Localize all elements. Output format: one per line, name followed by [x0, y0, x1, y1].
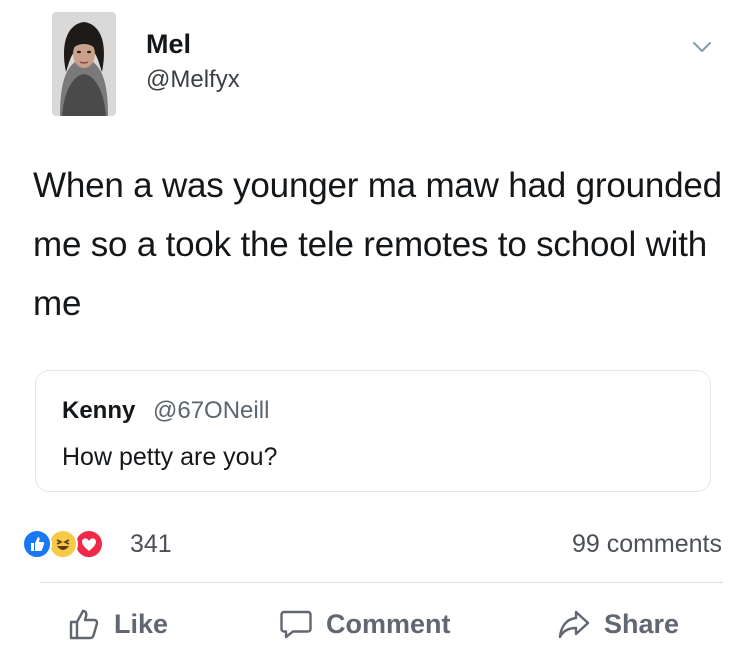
- share-icon: [558, 610, 590, 639]
- reaction-count[interactable]: 341: [130, 530, 172, 559]
- like-label: Like: [114, 608, 169, 639]
- comment-label: Comment: [326, 608, 451, 639]
- share-button[interactable]: Share: [556, 604, 679, 644]
- reaction-icons[interactable]: [22, 527, 132, 561]
- thumbs-up-icon: [69, 609, 99, 640]
- like-reaction-icon: [22, 529, 52, 559]
- tweet-text: When a was younger ma maw had grounded m…: [33, 166, 722, 323]
- share-label: Share: [604, 608, 680, 639]
- author-name[interactable]: Mel: [146, 29, 191, 60]
- like-button[interactable]: Like: [66, 604, 168, 644]
- comment-icon: [280, 610, 312, 639]
- divider: [40, 582, 723, 583]
- quoted-tweet-card[interactable]: Kenny @67ONeill How petty are you?: [35, 370, 711, 492]
- haha-reaction-icon: [48, 529, 78, 559]
- author-handle[interactable]: @Melfyx: [146, 66, 240, 94]
- quote-author-name: Kenny: [62, 397, 136, 424]
- comment-button[interactable]: Comment: [278, 604, 451, 644]
- quote-author-handle: @67ONeill: [153, 397, 270, 424]
- chevron-down-icon[interactable]: [690, 35, 714, 59]
- love-reaction-icon: [74, 529, 104, 559]
- quote-text: How petty are you?: [62, 443, 278, 471]
- avatar[interactable]: [52, 12, 116, 116]
- comment-count[interactable]: 99 comments: [572, 530, 722, 559]
